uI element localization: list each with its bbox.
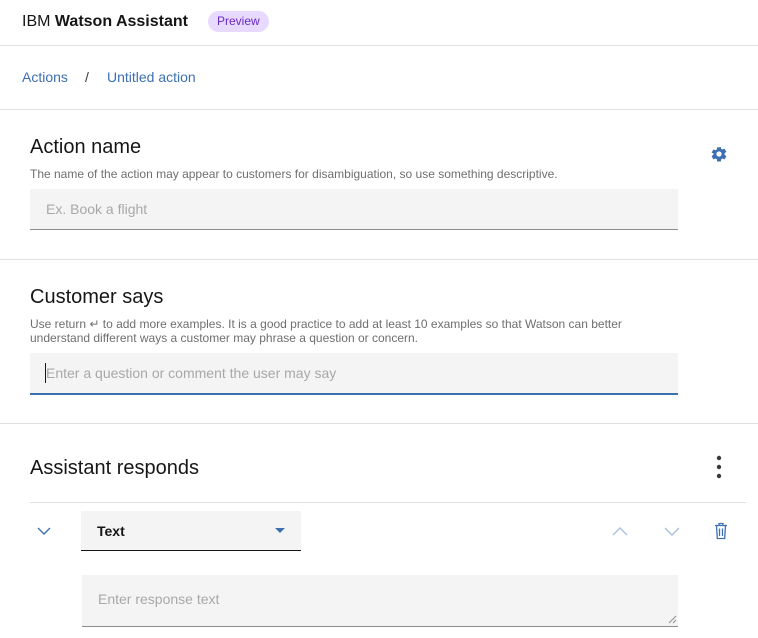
resize-handle-icon[interactable] [667, 614, 677, 624]
breadcrumb-current-action[interactable]: Untitled action [107, 69, 196, 85]
preview-badge: Preview [208, 11, 269, 32]
response-divider [30, 502, 746, 503]
breadcrumb-actions-link[interactable]: Actions [22, 69, 68, 85]
customer-says-helper-line2: understand different ways a customer may… [30, 331, 418, 345]
customer-says-title: Customer says [30, 286, 164, 308]
app-header: IBM Watson Assistant Preview [0, 0, 758, 46]
response-type-select[interactable]: Text [81, 511, 301, 551]
action-name-helper: The name of the action may appear to cus… [30, 167, 558, 181]
brand-prefix: IBM [22, 13, 51, 30]
section-divider [0, 259, 758, 260]
action-name-title: Action name [30, 136, 142, 158]
delete-response-button[interactable] [711, 520, 731, 542]
customer-says-helper-line1: Use return ↵ to add more examples. It is… [30, 317, 622, 331]
breadcrumb: Actions / Untitled action [0, 46, 758, 110]
app-brand[interactable]: IBM Watson Assistant [22, 13, 188, 31]
breadcrumb-separator: / [85, 69, 89, 85]
gear-icon [711, 146, 727, 162]
brand-name: Watson Assistant [54, 13, 188, 30]
overflow-menu-button[interactable] [709, 454, 729, 480]
move-down-button[interactable] [661, 522, 683, 540]
section-divider [0, 423, 758, 424]
customer-example-input[interactable] [30, 353, 678, 395]
move-up-button[interactable] [609, 522, 631, 540]
response-type-value: Text [97, 523, 125, 539]
action-name-input[interactable] [30, 189, 678, 230]
caret-down-icon [275, 528, 285, 533]
response-text-input[interactable] [82, 575, 678, 627]
settings-button[interactable] [709, 144, 729, 164]
overflow-menu-vertical-icon [716, 455, 722, 479]
chevron-down-icon [37, 527, 51, 535]
collapse-response-button[interactable] [34, 522, 54, 540]
chevron-down-icon [664, 527, 680, 536]
trash-icon [715, 522, 727, 540]
chevron-up-icon [612, 526, 628, 535]
assistant-responds-title: Assistant responds [30, 457, 199, 479]
text-cursor [45, 363, 46, 383]
